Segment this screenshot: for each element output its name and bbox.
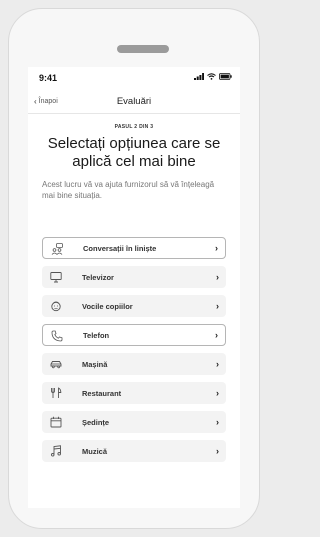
page-title: Evaluări <box>116 96 152 107</box>
option-muzica[interactable]: Muzică › <box>42 440 226 462</box>
car-icon <box>50 358 62 370</box>
option-telefon[interactable]: Telefon › <box>42 324 226 346</box>
option-label: Ședințe <box>82 417 110 427</box>
option-restaurant[interactable]: Restaurant › <box>42 382 226 404</box>
fork-knife-icon <box>50 387 62 399</box>
chevron-right-icon: › <box>215 243 218 253</box>
chevron-right-icon: › <box>216 301 219 311</box>
question-heading: Selectați opțiunea care se aplică cel ma… <box>47 135 221 170</box>
phone-screen: 9:41 ‹ Înapoi Evaluări PASUL 2 DIN 3 Sel… <box>28 67 240 508</box>
battery-icon <box>219 73 232 80</box>
option-label: Vocile copiilor <box>82 301 133 311</box>
signal-icon <box>194 73 204 80</box>
music-note-icon <box>50 445 62 457</box>
calendar-icon <box>50 416 62 428</box>
people-conversation-icon <box>51 243 63 255</box>
navigation-bar: ‹ Înapoi Evaluări <box>28 91 240 114</box>
chevron-right-icon: › <box>216 272 219 282</box>
option-label: Mașină <box>82 359 108 369</box>
status-time: 9:41 <box>39 73 58 83</box>
option-label: Conversații în liniște <box>83 243 157 253</box>
option-masina[interactable]: Mașină › <box>42 353 226 375</box>
option-label: Restaurant <box>82 388 122 398</box>
status-bar: 9:41 <box>28 67 240 91</box>
chevron-right-icon: › <box>216 446 219 456</box>
option-televizor[interactable]: Televizor › <box>42 266 226 288</box>
option-sedinte[interactable]: Ședințe › <box>42 411 226 433</box>
child-icon <box>50 300 62 312</box>
phone-icon <box>51 330 63 342</box>
wifi-icon <box>207 73 216 80</box>
chevron-right-icon: › <box>216 417 219 427</box>
question-description: Acest lucru vă va ajuta furnizorul să vă… <box>42 180 215 200</box>
chevron-right-icon: › <box>216 388 219 398</box>
chevron-right-icon: › <box>216 359 219 369</box>
speaker-grill <box>117 45 169 53</box>
options-list: Conversații în liniște › Televizor › Voc… <box>42 237 226 469</box>
option-label: Telefon <box>83 330 110 340</box>
option-label: Muzică <box>82 446 108 456</box>
option-label: Televizor <box>82 272 114 282</box>
option-vocile-copiilor[interactable]: Vocile copiilor › <box>42 295 226 317</box>
chevron-right-icon: › <box>215 330 218 340</box>
step-indicator: PASUL 2 DIN 3 <box>114 124 154 130</box>
system-icons <box>194 73 232 80</box>
option-conversatii[interactable]: Conversații în liniște › <box>42 237 226 259</box>
tv-icon <box>50 271 62 283</box>
